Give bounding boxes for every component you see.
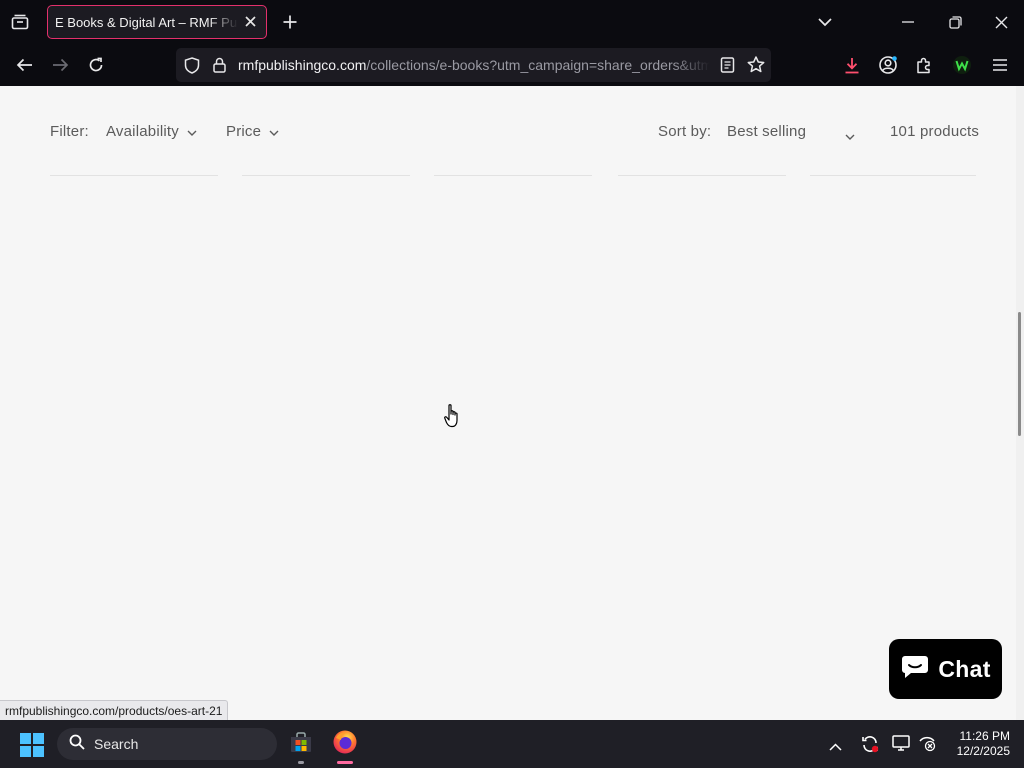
restore-button[interactable]: [941, 8, 969, 36]
extension-w-icon: [952, 55, 972, 75]
hand-cursor-icon: [444, 404, 461, 433]
chat-label: Chat: [938, 655, 991, 682]
sort-select[interactable]: Best selling: [727, 123, 855, 140]
download-icon: [844, 57, 860, 74]
star-icon[interactable]: [747, 56, 765, 78]
product-card-border: [810, 175, 976, 176]
account-button[interactable]: [874, 51, 902, 79]
taskbar-clock[interactable]: 11:26 PM 12/2/2025: [944, 729, 1010, 759]
restore-icon: [948, 15, 962, 29]
tab-active[interactable]: E Books & Digital Art – RMF Publishing C…: [47, 5, 267, 39]
reload-icon: [88, 57, 104, 73]
address-bar[interactable]: rmfpublishingco.com/collections/e-books?…: [176, 48, 771, 82]
chevron-down-icon: [818, 17, 832, 27]
store-app[interactable]: [285, 728, 317, 764]
forward-icon: [52, 58, 69, 72]
product-count: 101 products: [890, 123, 980, 140]
clock-time: 11:26 PM: [959, 729, 1010, 743]
network-icon[interactable]: [918, 734, 936, 757]
chat-bubble-icon: [900, 654, 930, 685]
close-window-button[interactable]: [987, 8, 1015, 36]
product-card-border: [50, 175, 218, 176]
url-text[interactable]: rmfpublishingco.com/collections/e-books?…: [238, 57, 710, 73]
browser-tab-bar: E Books & Digital Art – RMF Publishing C…: [0, 0, 1024, 44]
menu-icon: [992, 58, 1008, 72]
availability-label: Availability: [106, 123, 179, 140]
filter-bar: Filter: Availability Price Sort by: Best…: [0, 86, 1016, 176]
app-indicator: [337, 761, 353, 764]
filter-label: Filter:: [50, 123, 89, 140]
firefox-icon: [332, 729, 358, 760]
close-icon: [995, 16, 1008, 29]
collection-page: Filter: Availability Price Sort by: Best…: [0, 86, 1016, 720]
list-all-tabs-button[interactable]: [811, 8, 839, 36]
firefox-app[interactable]: [329, 728, 361, 764]
lock-icon[interactable]: [213, 57, 226, 78]
reload-button[interactable]: [82, 51, 110, 79]
store-icon: [289, 730, 313, 759]
page-scrollbar[interactable]: [1016, 86, 1024, 720]
product-card-border: [434, 175, 592, 176]
url-domain: rmfpublishingco.com: [238, 57, 367, 73]
back-icon: [16, 58, 33, 72]
extensions-button[interactable]: [910, 51, 938, 79]
clock-date: 12/2/2025: [956, 744, 1010, 758]
reader-view-icon[interactable]: [720, 57, 735, 78]
app-indicator: [298, 761, 304, 764]
display-icon[interactable]: [892, 734, 910, 757]
windows-start-icon[interactable]: [20, 733, 44, 762]
price-filter[interactable]: Price: [226, 123, 279, 140]
url-path: /collections/e-books?utm_campaign=share_…: [366, 57, 710, 73]
product-card-border: [618, 175, 786, 176]
chevron-down-icon: [269, 123, 279, 140]
taskbar-search[interactable]: Search: [57, 728, 277, 760]
chevron-down-icon: [187, 123, 197, 140]
price-label: Price: [226, 123, 262, 140]
back-button[interactable]: [10, 51, 38, 79]
scrollbar-thumb[interactable]: [1018, 312, 1021, 436]
tab-title: E Books & Digital Art – RMF Publishing C…: [55, 14, 238, 30]
app-menu-button[interactable]: [986, 51, 1014, 79]
plus-icon: [283, 15, 297, 29]
sort-label: Sort by:: [658, 123, 712, 140]
minimize-icon: [902, 21, 914, 23]
forward-button[interactable]: [46, 51, 74, 79]
shield-icon[interactable]: [184, 57, 200, 79]
extension-w-button[interactable]: [948, 51, 976, 79]
link-status-url: rmfpublishingco.com/products/oes-art-21: [0, 700, 229, 722]
account-icon: [878, 55, 898, 75]
chat-button[interactable]: Chat: [889, 639, 1002, 699]
tab-list-icon[interactable]: [6, 8, 34, 36]
taskbar-search-label: Search: [94, 736, 139, 752]
minimize-button[interactable]: [894, 8, 922, 36]
chevron-down-icon: [845, 127, 855, 144]
availability-filter[interactable]: Availability: [106, 123, 197, 140]
extensions-icon: [915, 56, 933, 74]
new-tab-button[interactable]: [276, 8, 304, 36]
product-card-border: [242, 175, 410, 176]
downloads-button[interactable]: [838, 51, 866, 79]
chevron-up-icon[interactable]: [829, 738, 842, 756]
sort-value: Best selling: [727, 123, 807, 140]
close-icon[interactable]: [240, 11, 260, 31]
search-icon: [69, 734, 85, 755]
sync-icon[interactable]: [860, 734, 880, 759]
browser-nav-bar: rmfpublishingco.com/collections/e-books?…: [0, 44, 1024, 86]
taskbar: Search 11:26 PM 12/2/2025: [0, 720, 1024, 768]
